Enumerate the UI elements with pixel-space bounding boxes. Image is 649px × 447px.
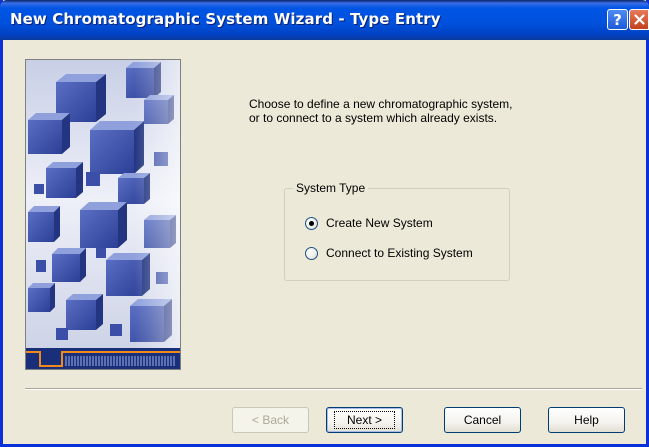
radio-label-create-new[interactable]: Create New System xyxy=(326,216,433,230)
cubes-illustration xyxy=(26,60,180,369)
wizard-side-image xyxy=(25,59,181,370)
wizard-window: New Chromatographic System Wizard - Type… xyxy=(0,0,649,447)
close-icon xyxy=(633,14,645,25)
radio-checked-icon[interactable] xyxy=(305,216,318,230)
next-button-label: Next > xyxy=(333,411,395,429)
next-button[interactable]: Next > xyxy=(326,407,403,433)
title-bar[interactable]: New Chromatographic System Wizard - Type… xyxy=(0,0,649,40)
help-button[interactable]: Help xyxy=(548,407,625,433)
system-type-group: System Type Create New System Connect to… xyxy=(284,181,510,281)
system-type-legend: System Type xyxy=(293,181,369,195)
intro-line-1: Choose to define a new chromatographic s… xyxy=(249,97,513,111)
circuit-strip xyxy=(26,348,180,369)
question-mark-icon: ? xyxy=(613,10,622,29)
radio-unchecked-icon[interactable] xyxy=(305,246,318,260)
back-button[interactable]: < Back xyxy=(232,407,309,433)
radio-label-connect-existing[interactable]: Connect to Existing System xyxy=(326,246,473,260)
radio-create-new-system[interactable]: Create New System xyxy=(305,216,433,230)
radio-connect-existing-system[interactable]: Connect to Existing System xyxy=(305,246,473,260)
intro-line-2: or to connect to a system which already … xyxy=(249,111,498,125)
cancel-button[interactable]: Cancel xyxy=(444,407,521,433)
close-button[interactable] xyxy=(629,9,649,30)
footer-separator xyxy=(25,388,642,390)
intro-text: Choose to define a new chromatographic s… xyxy=(249,97,512,125)
help-title-button[interactable]: ? xyxy=(607,9,628,30)
window-title: New Chromatographic System Wizard - Type… xyxy=(10,10,441,28)
